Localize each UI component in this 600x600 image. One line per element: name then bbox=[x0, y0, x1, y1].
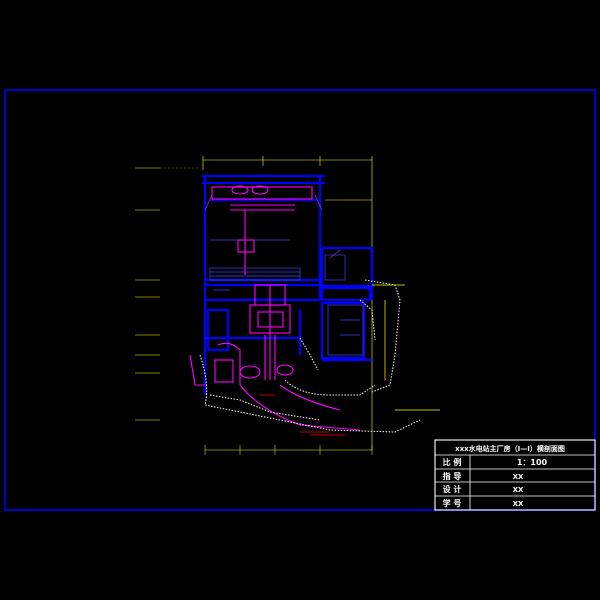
bottom-dimensions bbox=[204, 445, 373, 455]
advisor-label: 指 导 bbox=[443, 471, 462, 481]
crane-and-unit bbox=[189, 185, 361, 431]
title-block-title: xxx水电站主厂房（I—I）横剖面图 bbox=[455, 444, 565, 453]
ground-line bbox=[372, 284, 440, 411]
student-id-value: XX bbox=[513, 500, 524, 508]
title-block: xxx水电站主厂房（I—I）横剖面图 比 例 1：100 指 导 XX 设 计 … bbox=[434, 439, 596, 511]
rock-foundation bbox=[199, 279, 421, 433]
designer-value: XX bbox=[513, 486, 524, 494]
drawing-canvas: xxx水电站主厂房（I—I）横剖面图 比 例 1：100 指 导 XX 设 计 … bbox=[4, 89, 596, 511]
powerhouse-structure bbox=[202, 174, 374, 395]
section-marks bbox=[260, 394, 345, 436]
student-id-label: 学 号 bbox=[443, 498, 462, 508]
scale-value: 1：100 bbox=[517, 458, 548, 467]
scale-label: 比 例 bbox=[443, 457, 462, 467]
advisor-value: XX bbox=[513, 473, 524, 481]
elevation-markers bbox=[135, 167, 200, 421]
designer-label: 设 计 bbox=[443, 484, 462, 494]
